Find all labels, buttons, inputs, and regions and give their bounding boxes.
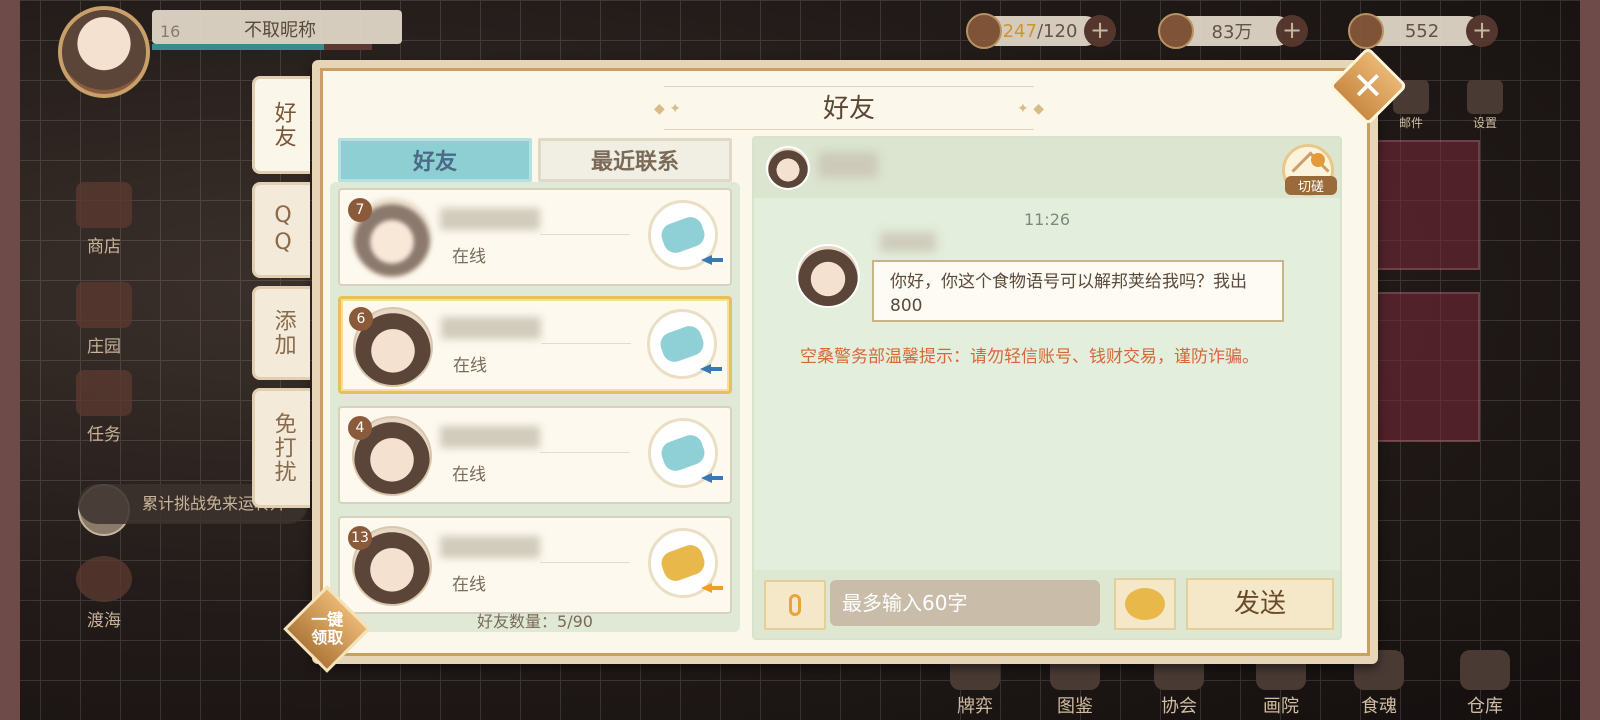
player-avatar[interactable] bbox=[58, 6, 150, 98]
list-tabs: 好友 最近联系 bbox=[338, 138, 732, 182]
message-avatar[interactable] bbox=[796, 244, 860, 308]
side-voyage[interactable]: 渡海 bbox=[72, 556, 136, 631]
handshake-icon[interactable] bbox=[648, 200, 718, 270]
storage-icon bbox=[1460, 650, 1510, 690]
vtab-do-not-disturb[interactable]: 免打扰 bbox=[252, 388, 310, 508]
friends-dialog: 好友 好友 最近联系 7 在线 6 在线 4 在线 bbox=[312, 60, 1378, 664]
voyage-icon bbox=[76, 556, 132, 602]
tab-friends[interactable]: 好友 bbox=[338, 138, 532, 182]
side-tasks[interactable]: 任务 bbox=[72, 370, 136, 445]
message-bubble: 你好，你这个食物语号可以解邦荚给我吗？我出800 bbox=[872, 260, 1284, 322]
chat-input[interactable] bbox=[830, 580, 1100, 626]
scroll-icon bbox=[76, 370, 132, 416]
friend-status: 在线 bbox=[452, 247, 486, 267]
resource-food: 247/120 + bbox=[966, 13, 1116, 49]
close-icon: ✕ bbox=[1352, 64, 1384, 108]
settings-button[interactable]: 设置 bbox=[1458, 80, 1512, 131]
gear-icon bbox=[1467, 80, 1503, 114]
left-frame bbox=[0, 0, 20, 720]
vtab-friends[interactable]: 好友 bbox=[252, 76, 310, 174]
handshake-icon[interactable] bbox=[648, 418, 718, 488]
player-nickname: 不取昵称 bbox=[244, 20, 316, 41]
friend-status: 在线 bbox=[452, 465, 486, 485]
friend-level-badge: 13 bbox=[348, 526, 372, 550]
player-level: 16 bbox=[160, 22, 181, 41]
chat-timestamp: 11:26 bbox=[1023, 210, 1071, 229]
side-shop[interactable]: 商店 bbox=[72, 182, 136, 257]
friend-list[interactable]: 7 在线 6 在线 4 在线 13 在线 bbox=[330, 182, 740, 632]
jade-icon bbox=[1348, 13, 1384, 49]
friend-status: 在线 bbox=[453, 356, 487, 376]
friend-row[interactable]: 13 在线 bbox=[338, 516, 732, 614]
fraud-warning: 空桑警务部温馨提示：请勿轻信账号、钱财交易，谨防诈骗。 bbox=[800, 347, 1259, 367]
friend-row[interactable]: 4 在线 bbox=[338, 406, 732, 504]
friend-name-blurred bbox=[440, 208, 540, 230]
friend-row[interactable]: 7 在线 bbox=[338, 188, 732, 286]
side-manor[interactable]: 庄园 bbox=[72, 282, 136, 357]
feather-icon bbox=[1158, 13, 1194, 49]
chat-input-bar: 发送 bbox=[754, 570, 1340, 638]
right-frame bbox=[1580, 0, 1600, 720]
cat-emoji-icon bbox=[1125, 588, 1165, 620]
friend-count: 好友数量：5/90 bbox=[477, 612, 593, 631]
shop-icon bbox=[76, 182, 132, 228]
add-jade-button[interactable]: + bbox=[1466, 15, 1498, 47]
food-bowl-icon bbox=[966, 13, 1002, 49]
manor-icon bbox=[76, 282, 132, 328]
chat-partner-avatar[interactable] bbox=[766, 146, 810, 190]
voice-button[interactable] bbox=[764, 580, 826, 630]
emoji-button[interactable] bbox=[1114, 578, 1176, 630]
resource-jade: 552 + bbox=[1348, 13, 1498, 49]
vtab-qq[interactable]: QQ bbox=[252, 182, 310, 278]
spar-label: 切磋 bbox=[1285, 176, 1337, 195]
send-button[interactable]: 发送 bbox=[1186, 578, 1334, 630]
nav-storage[interactable]: 仓库 bbox=[1450, 650, 1520, 718]
chat-header: 切磋 bbox=[754, 138, 1340, 198]
tab-recent-contacts[interactable]: 最近联系 bbox=[538, 138, 732, 182]
friend-name-blurred bbox=[441, 317, 541, 339]
dialog-title: 好友 bbox=[654, 86, 1044, 131]
chat-panel: 切磋 11:26 你好，你这个食物语号可以解邦荚给我吗？我出800 空桑警务部温… bbox=[752, 136, 1342, 640]
friend-level-badge: 4 bbox=[348, 416, 372, 440]
microphone-icon bbox=[789, 594, 801, 616]
handshake-icon[interactable] bbox=[647, 309, 717, 379]
resource-feather: 83万 + bbox=[1158, 13, 1308, 49]
friend-name-blurred bbox=[440, 536, 540, 558]
friend-status: 在线 bbox=[452, 575, 486, 595]
friend-level-badge: 7 bbox=[348, 198, 372, 222]
handshake-gold-icon[interactable] bbox=[648, 528, 718, 598]
spar-button[interactable]: 切磋 bbox=[1282, 144, 1337, 196]
vtab-add[interactable]: 添加 bbox=[252, 286, 310, 380]
add-food-button[interactable]: + bbox=[1084, 15, 1116, 47]
xp-bar bbox=[152, 44, 372, 50]
friend-row-selected[interactable]: 6 在线 bbox=[338, 296, 732, 394]
add-feather-button[interactable]: + bbox=[1276, 15, 1308, 47]
friend-level-badge: 6 bbox=[349, 307, 373, 331]
friend-name-blurred bbox=[440, 426, 540, 448]
message-sender-blurred bbox=[880, 232, 936, 252]
chat-partner-name-blurred bbox=[818, 152, 878, 178]
